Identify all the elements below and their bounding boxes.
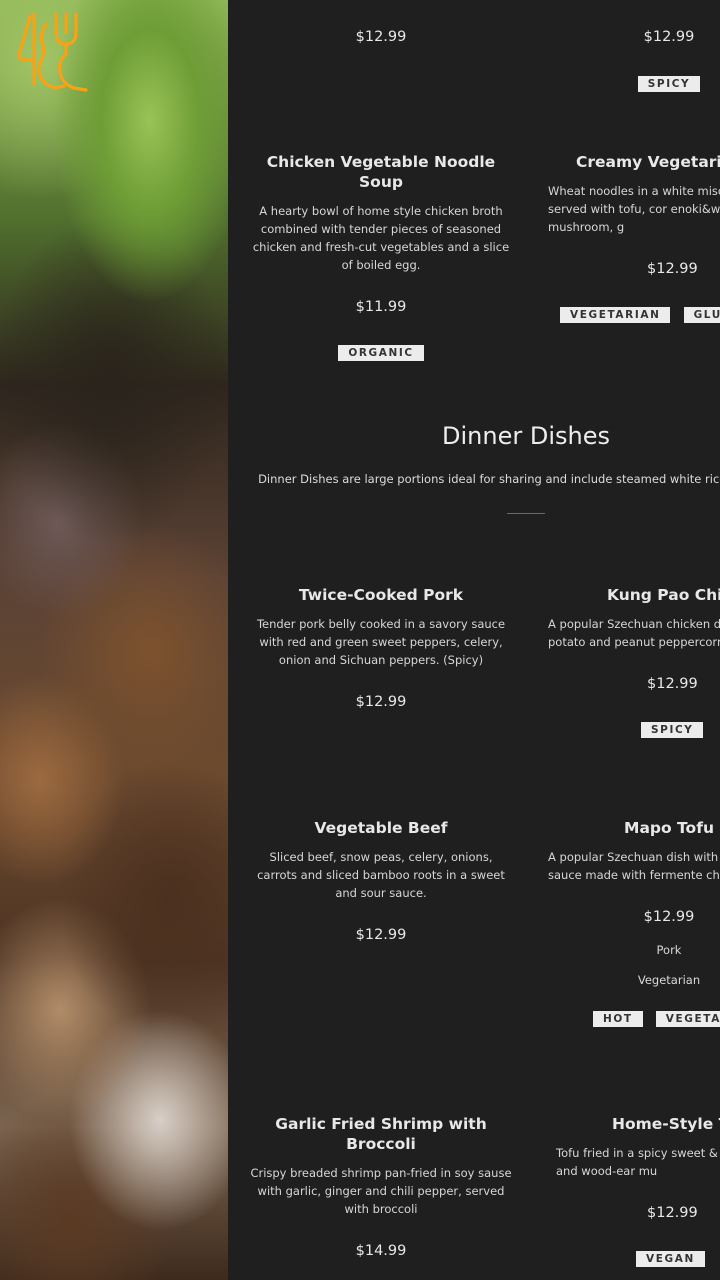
item-title: Creamy Vegetarian R [576, 153, 720, 171]
tag-badge: VEGETARIAN [560, 307, 671, 323]
item-description: Sliced beef, snow peas, celery, onions, … [257, 850, 505, 900]
item-price: $12.99 [355, 694, 407, 710]
tag-badge: ORGANIC [338, 345, 424, 361]
item-price: $12.99 [355, 927, 407, 943]
option-pork[interactable]: Pork [536, 943, 720, 957]
section-description: Dinner Dishes are large portions ideal f… [258, 472, 720, 486]
menu-content: $12.99 $12.99 SPICY Chicken Vegetable No… [228, 0, 720, 1280]
tag-badge: VEGETARI [655, 1011, 720, 1027]
item-title: Vegetable Beef [314, 819, 448, 837]
menu-item: Garlic Fried Shrimp with Broccoli Crispy… [248, 1114, 514, 1259]
menu-item: $12.99 [248, 29, 514, 45]
item-description: Wheat noodles in a white miso cu dashi b… [548, 184, 720, 234]
menu-item: Home-Style Tofu Tofu fried in a spicy sw… [528, 1114, 720, 1267]
menu-item: Vegetable Beef Sliced beef, snow peas, c… [248, 818, 514, 943]
item-description: A popular Szechuan chicken dis celery, c… [548, 617, 720, 649]
item-description: Crispy breaded shrimp pan-fried in soy s… [250, 1166, 512, 1216]
item-price: $12.99 [647, 1205, 698, 1221]
item-price: $12.99 [647, 261, 698, 277]
item-title: Chicken Vegetable Noodle Soup [266, 153, 496, 191]
item-title: Mapo Tofu [624, 819, 714, 837]
divider [507, 513, 545, 514]
item-title: Garlic Fried Shrimp with Broccoli [275, 1115, 487, 1153]
fork-and-knife-logo-icon[interactable] [16, 10, 88, 94]
item-description: A hearty bowl of home style chicken brot… [252, 204, 510, 272]
item-description: Tender pork belly cooked in a savory sau… [256, 617, 506, 667]
item-price: $12.99 [647, 676, 698, 692]
hero-photo [0, 0, 228, 1280]
option-vegetarian[interactable]: Vegetarian [536, 973, 720, 987]
item-description: Tofu fried in a spicy sweet & sou baby c… [556, 1146, 720, 1178]
tag-badge: SPICY [641, 722, 704, 738]
menu-item: Creamy Vegetarian R Wheat noodles in a w… [528, 152, 720, 323]
menu-item: Chicken Vegetable Noodle Soup A hearty b… [248, 152, 514, 361]
item-title: Twice-Cooked Pork [298, 586, 464, 604]
menu-item: Mapo Tofu A popular Szechuan dish with a… [536, 818, 720, 1027]
item-title: Home-Style Tofu [612, 1115, 720, 1133]
tag-badge: VEGAN [636, 1251, 705, 1267]
tag-badge: HOT [593, 1011, 643, 1027]
item-price: $12.99 [643, 29, 695, 45]
menu-item: Kung Pao Chicke A popular Szechuan chick… [528, 585, 720, 738]
section-title: Dinner Dishes [442, 422, 610, 450]
item-title: Kung Pao Chicke [607, 586, 720, 604]
tag-badge: SPICY [637, 76, 701, 92]
item-description: A popular Szechuan dish with a m spicy s… [548, 850, 720, 882]
item-price: $11.99 [355, 299, 407, 315]
item-price: $12.99 [643, 909, 695, 925]
menu-item: Twice-Cooked Pork Tender pork belly cook… [248, 585, 514, 710]
menu-item: $12.99 SPICY [536, 29, 720, 92]
item-price: $14.99 [355, 1243, 407, 1259]
tag-badge: GLUTE [683, 307, 720, 323]
item-price: $12.99 [355, 29, 407, 45]
